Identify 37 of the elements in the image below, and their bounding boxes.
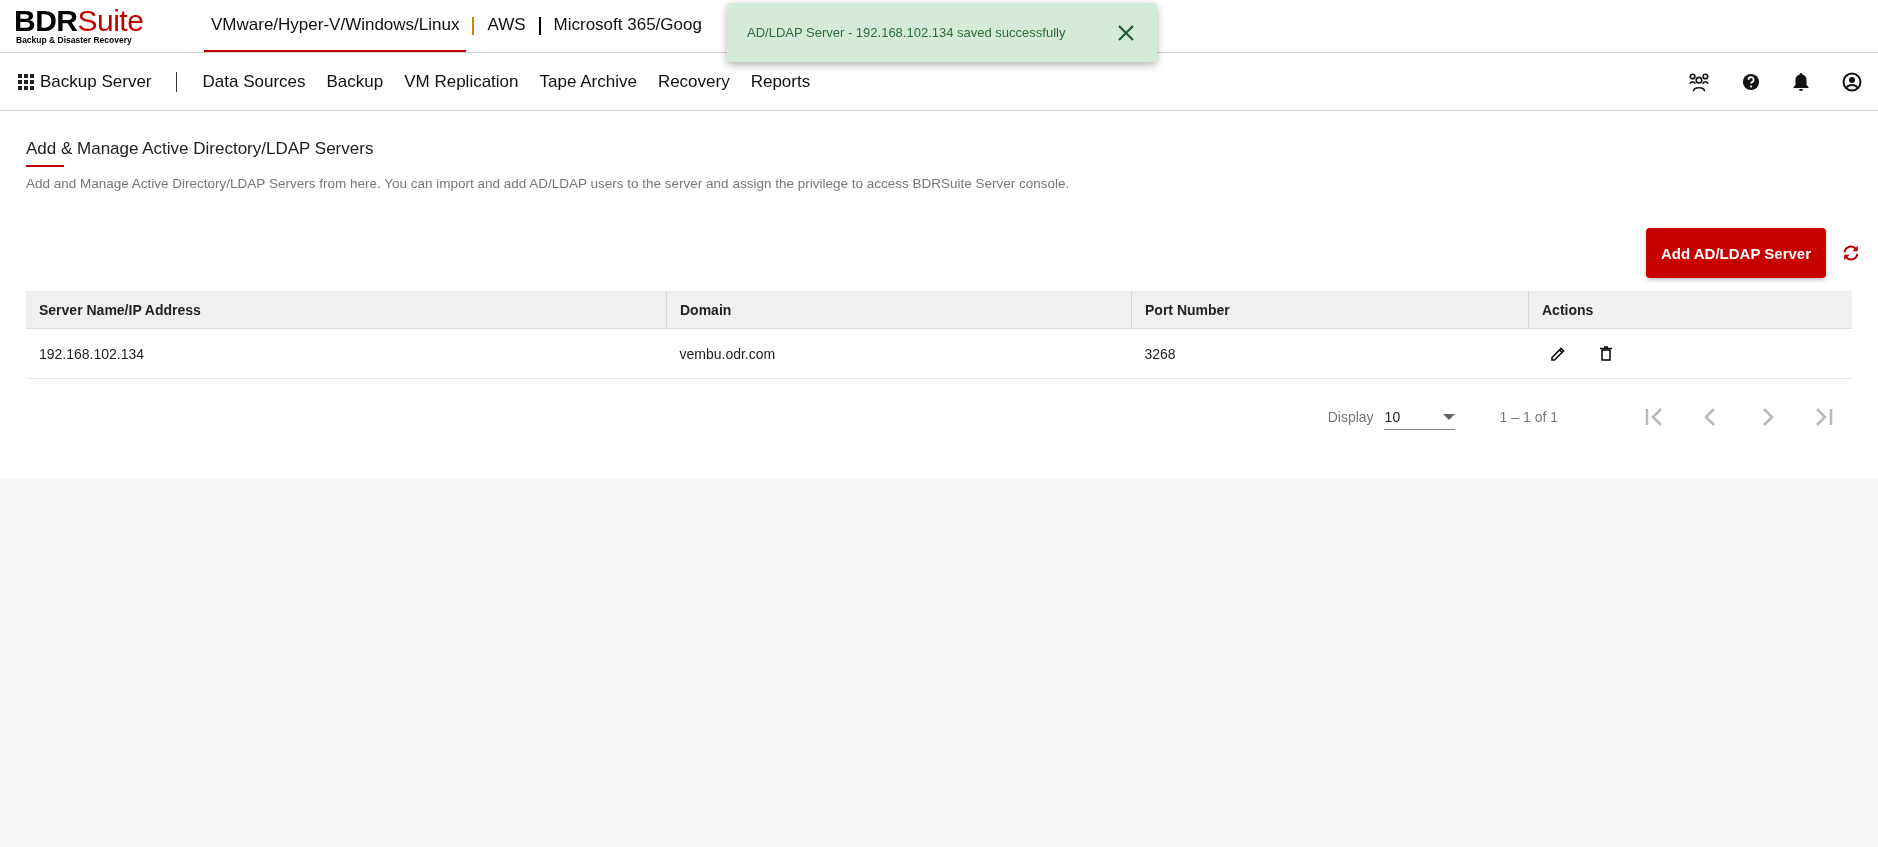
nav-menu-item[interactable]: Data Sources bbox=[202, 71, 306, 92]
help-icon[interactable] bbox=[1742, 72, 1760, 91]
column-header: Domain bbox=[680, 301, 732, 318]
add-server-button[interactable]: Add AD/LDAP Server bbox=[1645, 228, 1826, 278]
table-cell: 3268 bbox=[1144, 345, 1176, 362]
column-header: Actions bbox=[1542, 301, 1594, 318]
refresh-icon[interactable] bbox=[1842, 244, 1860, 262]
column-header: Server Name/IP Address bbox=[39, 301, 201, 318]
column-header: Port Number bbox=[1145, 301, 1230, 318]
user-account-icon[interactable] bbox=[1842, 71, 1862, 92]
dropdown-caret-icon bbox=[1442, 413, 1455, 420]
page-description: Add and Manage Active Directory/LDAP Servers from here. You can import and add AD/LDAP users to the server and assign the privilege to access BDRSuite Server console. bbox=[26, 176, 1071, 191]
table-cell: vembu.odr.com bbox=[679, 345, 776, 362]
app-switcher[interactable]: Backup Server bbox=[18, 71, 152, 92]
edit-pencil-icon[interactable] bbox=[1549, 345, 1566, 362]
tab-divider bbox=[472, 17, 475, 35]
display-label: Display bbox=[1327, 409, 1374, 425]
tab-divider bbox=[538, 17, 541, 35]
table-cell: 192.168.102.134 bbox=[39, 345, 145, 362]
toast-message: AD/LDAP Server - 192.168.102.134 saved successfully bbox=[747, 25, 1066, 40]
nav-menu-item[interactable]: VM Replication bbox=[404, 71, 519, 92]
nav-menu-item[interactable]: Backup bbox=[326, 71, 384, 92]
nav-menu-item[interactable]: Tape Archive bbox=[539, 71, 637, 92]
product-tab[interactable]: Microsoft 365/Goog bbox=[546, 0, 709, 52]
users-icon[interactable] bbox=[1688, 70, 1710, 93]
nav-menu-item[interactable]: Recovery bbox=[657, 71, 730, 92]
product-tab[interactable]: AWS bbox=[480, 0, 533, 52]
notification-bell-icon[interactable] bbox=[1792, 71, 1810, 92]
nav-menu-item[interactable]: Reports bbox=[750, 71, 811, 92]
delete-trash-icon[interactable] bbox=[1599, 346, 1612, 361]
page-title: Add & Manage Active Directory/LDAP Servers bbox=[26, 139, 374, 159]
page-range-text: 1 – 1 of 1 bbox=[1499, 409, 1558, 425]
apps-grid-icon bbox=[18, 73, 34, 90]
page-size-dropdown[interactable]: 10 bbox=[1383, 404, 1455, 430]
logo-tagline: Backup & Disaster Recovery bbox=[15, 35, 133, 45]
close-icon bbox=[1117, 23, 1135, 42]
brand-logo: BDRSuite bbox=[14, 7, 145, 35]
